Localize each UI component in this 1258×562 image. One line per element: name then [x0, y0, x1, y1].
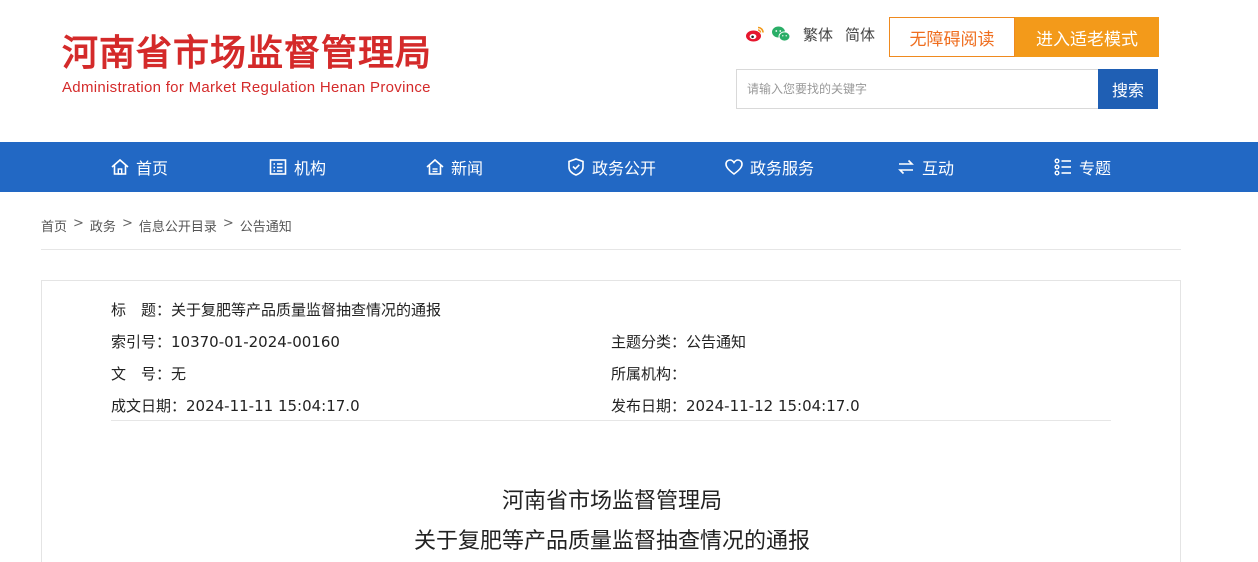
top-tools: 繁体 简体	[745, 21, 875, 47]
breadcrumb-gov[interactable]: 政务	[90, 216, 116, 235]
breadcrumb-home[interactable]: 首页	[41, 216, 67, 235]
topic-icon	[1054, 158, 1071, 176]
accessible-reading-button[interactable]: 无障碍阅读	[889, 17, 1015, 57]
main-nav: 首页 机构 新闻 政务公开 政务服务 互动 专题	[0, 142, 1258, 192]
breadcrumb-separator: >	[73, 216, 84, 231]
search-input[interactable]	[736, 69, 1098, 109]
simplified-chinese-link[interactable]: 简体	[845, 24, 875, 45]
nav-item-interaction[interactable]: 互动	[896, 142, 954, 192]
search-button[interactable]: 搜索	[1098, 69, 1158, 109]
wechat-icon[interactable]	[771, 24, 791, 44]
article-container: 标 题：关于复肥等产品质量监督抽查情况的通报 索引号：10370-01-2024…	[41, 280, 1181, 562]
traditional-chinese-link[interactable]: 繁体	[803, 24, 833, 45]
nav-item-label: 互动	[922, 159, 955, 178]
nav-item-topics[interactable]: 专题	[1053, 142, 1111, 192]
nav-item-news[interactable]: 新闻	[425, 142, 483, 192]
nav-item-gov-services[interactable]: 政务服务	[724, 142, 814, 192]
nav-item-label: 新闻	[451, 159, 484, 178]
document-heading-title: 关于复肥等产品质量监督抽查情况的通报	[413, 529, 810, 554]
breadcrumb-separator: >	[222, 216, 234, 231]
breadcrumb-divider	[41, 249, 1181, 250]
nav-item-home[interactable]: 首页	[110, 142, 168, 192]
site-logo-subtitle: Administration for Market Regulation Hen…	[62, 79, 431, 96]
nav-item-label: 专题	[1079, 159, 1112, 178]
site-header: 河南省市场监督管理局 Administration for Market Reg…	[0, 0, 1258, 142]
meta-index-no: 索引号：10370-01-2024-00160	[111, 333, 340, 351]
breadcrumb-notices[interactable]: 公告通知	[240, 216, 292, 235]
meta-agency: 所属机构：	[611, 365, 687, 383]
meta-category: 主题分类：公告通知	[611, 333, 747, 351]
home-icon	[111, 158, 129, 175]
meta-divider	[111, 420, 1111, 421]
nav-item-label: 政务公开	[592, 159, 657, 178]
heart-icon	[725, 159, 743, 176]
exchange-icon	[898, 159, 914, 175]
elder-mode-button[interactable]: 进入适老模式	[1015, 17, 1159, 57]
shield-icon	[568, 158, 584, 176]
nav-item-label: 首页	[136, 159, 169, 178]
breadcrumb-catalog[interactable]: 信息公开目录	[139, 216, 217, 235]
site-logo-title[interactable]: 河南省市场监督管理局	[62, 32, 432, 76]
news-icon	[426, 158, 444, 175]
org-icon	[269, 159, 287, 175]
nav-item-label: 机构	[294, 159, 327, 178]
breadcrumb-separator: >	[121, 216, 133, 231]
breadcrumb: 首页 > 政务 > 信息公开目录 > 公告通知	[41, 216, 292, 235]
meta-title: 标 题：关于复肥等产品质量监督抽查情况的通报	[111, 301, 442, 319]
document-heading-agency: 河南省市场监督管理局	[501, 489, 722, 514]
meta-published-date: 发布日期：2024-11-12 15:04:17.0	[611, 397, 860, 415]
nav-item-label: 政务服务	[750, 159, 815, 178]
meta-created-date: 成文日期：2024-11-11 15:04:17.0	[111, 397, 360, 415]
nav-item-org[interactable]: 机构	[268, 142, 326, 192]
meta-doc-no: 文 号：无	[111, 365, 187, 383]
weibo-icon[interactable]	[745, 24, 765, 44]
nav-item-gov-affairs[interactable]: 政务公开	[566, 142, 656, 192]
